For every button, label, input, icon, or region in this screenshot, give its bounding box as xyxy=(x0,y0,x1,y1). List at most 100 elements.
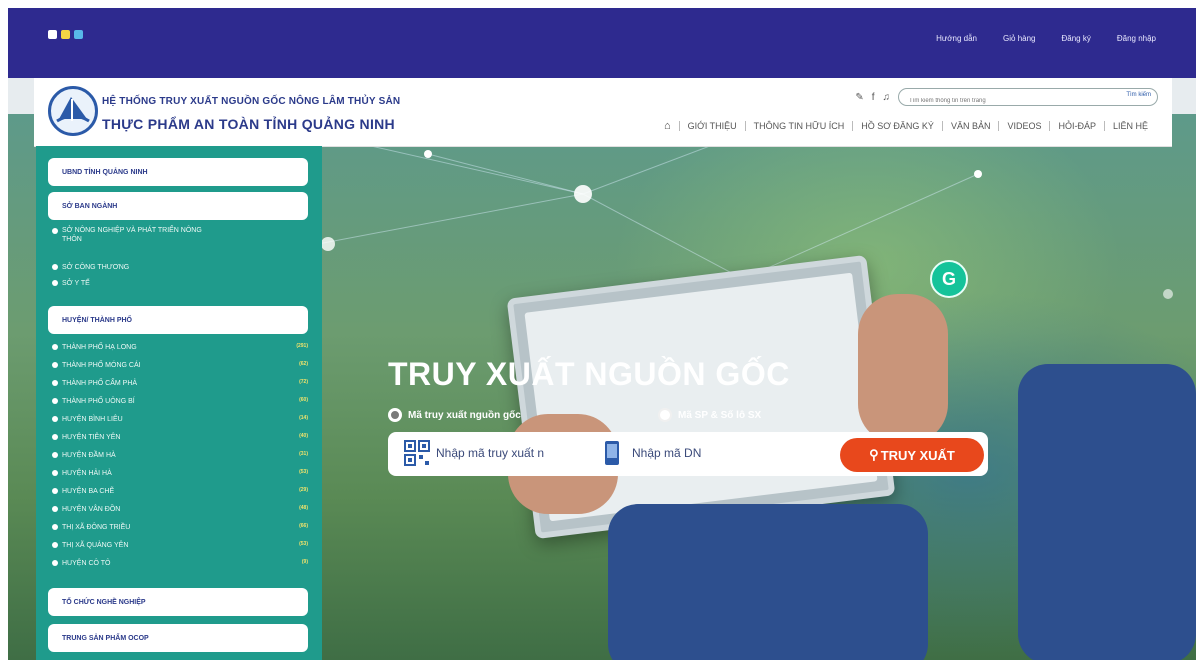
site-title-line2: THỰC PHẨM AN TOÀN TỈNH QUẢNG NINH xyxy=(102,116,395,132)
count-badge: (66) xyxy=(299,523,308,529)
bullet-icon xyxy=(52,264,58,270)
sidebar-item-label: THÀNH PHỐ MÓNG CÁI xyxy=(62,361,141,369)
site-logo-icon[interactable] xyxy=(48,86,98,136)
trace-search-bar: Nhập mã truy xuất n Nhập mã DN ⚲ TRUY XU… xyxy=(388,432,988,476)
bullet-icon xyxy=(52,228,58,234)
count-badge: (14) xyxy=(299,415,308,421)
sidebar-item-label: HUYỆN HẢI HÀ xyxy=(62,469,112,477)
sidebar-item-so-y-te[interactable]: SỞ Y TẾ xyxy=(52,276,314,290)
count-badge: (40) xyxy=(299,433,308,439)
dot-2 xyxy=(61,30,70,39)
qr-code-icon[interactable] xyxy=(404,440,430,466)
sidebar-item-binh-lieu[interactable]: HUYỆN BÌNH LIÊU (14) xyxy=(52,412,314,426)
sidebar-item-label: THÀNH PHỐ CẨM PHẢ xyxy=(62,379,138,387)
sidebar-item-tien-yen[interactable]: HUYỆN TIÊN YÊN (40) xyxy=(52,430,314,444)
search-input[interactable] xyxy=(907,93,1091,109)
radio-label: Mã SP & Số lô SX xyxy=(678,409,762,421)
register-link[interactable]: Đăng ký xyxy=(1061,34,1090,43)
count-badge: (62) xyxy=(299,361,308,367)
count-badge: (72) xyxy=(299,379,308,385)
site-title-line1: HỆ THỐNG TRUY XUẤT NGUỒN GỐC NÔNG LÂM TH… xyxy=(102,96,401,107)
sidebar-item-hai-ha[interactable]: HUYỆN HẢI HÀ (53) xyxy=(52,466,314,480)
home-icon[interactable]: ⌂ xyxy=(664,120,671,132)
sidebar-item-ba-che[interactable]: HUYỆN BA CHẼ (29) xyxy=(52,484,314,498)
site-search: Tìm kiếm xyxy=(898,88,1158,109)
trace-search-button[interactable]: ⚲ TRUY XUẤT xyxy=(840,438,984,472)
page-frame: Hướng dẫn Giỏ hàng Đăng ký Đăng nhập G H… xyxy=(8,8,1196,660)
bullet-icon xyxy=(52,434,58,440)
site-header: HỆ THỐNG TRUY XUẤT NGUỒN GỐC NÔNG LÂM TH… xyxy=(34,78,1172,147)
count-badge: (31) xyxy=(299,451,308,457)
count-badge: (60) xyxy=(299,397,308,403)
nav-thong-tin[interactable]: THÔNG TIN HỮU ÍCH xyxy=(744,121,853,131)
count-badge: (53) xyxy=(299,541,308,547)
sidebar-item-so-nong-nghiep[interactable]: SỞ NÔNG NGHIỆP VÀ PHÁT TRIỂN NÔNG THÔN xyxy=(52,226,314,248)
sidebar-section-to-chuc[interactable]: TỔ CHỨC NGHỀ NGHIỆP xyxy=(48,588,308,616)
sidebar-item-mong-cai[interactable]: THÀNH PHỐ MÓNG CÁI (62) xyxy=(52,358,314,372)
nav-ho-so[interactable]: HỒ SƠ ĐĂNG KÝ xyxy=(852,121,942,131)
sidebar-item-label: HUYỆN CÔ TÔ xyxy=(62,559,111,567)
facebook-icon[interactable]: f xyxy=(872,92,875,103)
sidebar-section-huyen-thanh-pho[interactable]: HUYỆN/ THÀNH PHỐ xyxy=(48,306,308,334)
business-code-input[interactable]: Nhập mã DN xyxy=(632,446,701,460)
guide-link[interactable]: Hướng dẫn xyxy=(936,34,977,43)
sidebar-item-label: HUYỆN ĐẦM HÀ xyxy=(62,451,116,459)
sleeve-right xyxy=(1018,364,1196,660)
sidebar-item-cam-pha[interactable]: THÀNH PHỐ CẨM PHẢ (72) xyxy=(52,376,314,390)
sidebar-item-van-don[interactable]: HUYỆN VÂN ĐỒN (48) xyxy=(52,502,314,516)
bullet-icon xyxy=(52,452,58,458)
sidebar-item-dam-ha[interactable]: HUYỆN ĐẦM HÀ (31) xyxy=(52,448,314,462)
sidebar-item-dong-trieu[interactable]: THỊ XÃ ĐÔNG TRIỀU (66) xyxy=(52,520,314,534)
sidebar-item-label: SỞ CÔNG THƯƠNG xyxy=(62,263,130,271)
trace-code-input[interactable]: Nhập mã truy xuất n xyxy=(436,446,544,460)
nav-videos[interactable]: VIDEOS xyxy=(998,121,1049,131)
radio-ma-sp[interactable]: Mã SP & Số lô SX xyxy=(658,408,761,422)
nav-van-ban[interactable]: VĂN BẢN xyxy=(941,121,999,131)
sidebar-item-uong-bi[interactable]: THÀNH PHỐ UÔNG BÍ (60) xyxy=(52,394,314,408)
count-badge: (53) xyxy=(299,469,308,475)
radio-ma-truy-xuat[interactable]: Mã truy xuất nguồn gốc xyxy=(388,408,521,422)
count-badge: (48) xyxy=(299,505,308,511)
nav-hoi-dap[interactable]: HỎI-ĐÁP xyxy=(1049,121,1104,131)
top-links: Hướng dẫn Giỏ hàng Đăng ký Đăng nhập xyxy=(936,34,1156,43)
bullet-icon xyxy=(52,506,58,512)
radio-label: Mã truy xuất nguồn gốc xyxy=(408,409,521,421)
search-icon: ⚲ xyxy=(869,447,879,462)
bullet-icon xyxy=(52,344,58,350)
logo-dots xyxy=(48,30,83,39)
count-badge: (29) xyxy=(299,487,308,493)
bullet-icon xyxy=(52,380,58,386)
radio-selected-icon[interactable] xyxy=(388,408,402,422)
bullet-icon xyxy=(52,560,58,566)
bell-icon[interactable]: ♫ xyxy=(883,92,891,103)
sidebar-item-label: HUYỆN BA CHẼ xyxy=(62,487,115,495)
sidebar-section-ocop[interactable]: TRUNG SẢN PHẨM OCOP xyxy=(48,624,308,652)
nav-gioi-thieu[interactable]: GIỚI THIỆU xyxy=(678,121,745,131)
sidebar: UBND TỈNH QUẢNG NINH SỞ BAN NGÀNH SỞ NÔN… xyxy=(36,146,322,660)
sidebar-item-ha-long[interactable]: THÀNH PHỐ HẠ LONG (291) xyxy=(52,340,314,354)
header-utilities: ✎ f ♫ Tìm kiếm xyxy=(855,88,1158,109)
sidebar-item-quang-yen[interactable]: THỊ XÃ QUẢNG YÊN (53) xyxy=(52,538,314,552)
bullet-icon xyxy=(52,488,58,494)
login-link[interactable]: Đăng nhập xyxy=(1117,34,1156,43)
bullet-icon xyxy=(52,362,58,368)
phone-icon[interactable]: ✎ xyxy=(855,92,863,103)
bullet-icon xyxy=(52,398,58,404)
grammarly-icon[interactable]: G xyxy=(930,260,968,298)
dot-3 xyxy=(74,30,83,39)
sidebar-section-so-ban-nganh[interactable]: SỞ BAN NGÀNH xyxy=(48,192,308,220)
sidebar-item-label: SỞ Y TẾ xyxy=(62,279,90,287)
nav-lien-he[interactable]: LIÊN HỆ xyxy=(1103,121,1156,131)
hero-title: TRUY XUẤT NGUỒN GỐC xyxy=(388,356,790,392)
sidebar-section-ubnd[interactable]: UBND TỈNH QUẢNG NINH xyxy=(48,158,308,186)
radio-unselected-icon[interactable] xyxy=(658,408,672,422)
sidebar-item-co-to[interactable]: HUYỆN CÔ TÔ (9) xyxy=(52,556,314,570)
sidebar-item-label: SỞ NÔNG NGHIỆP VÀ PHÁT TRIỂN NÔNG THÔN xyxy=(62,227,202,243)
sidebar-item-label: HUYỆN BÌNH LIÊU xyxy=(62,415,123,423)
cart-link[interactable]: Giỏ hàng xyxy=(1003,34,1035,43)
sidebar-item-so-cong-thuong[interactable]: SỞ CÔNG THƯƠNG xyxy=(52,260,314,274)
sidebar-item-label: THỊ XÃ QUẢNG YÊN xyxy=(62,541,129,549)
dot-1 xyxy=(48,30,57,39)
search-button[interactable]: Tìm kiếm xyxy=(1126,92,1151,98)
business-code-icon[interactable] xyxy=(604,440,620,466)
